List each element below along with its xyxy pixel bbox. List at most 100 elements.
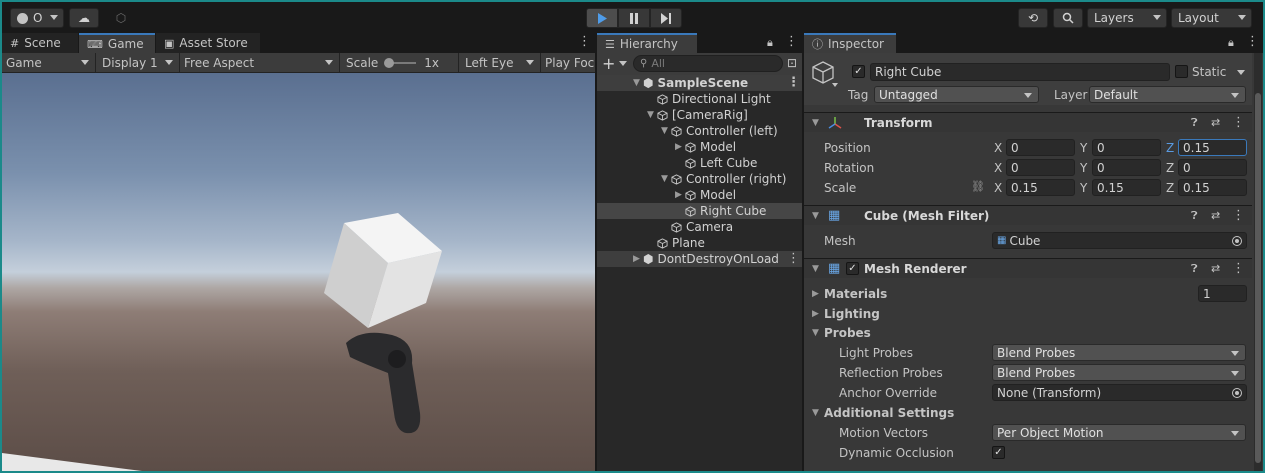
hierarchy-item-dontdestroyonload[interactable]: ▶ ⬢ DontDestroyOnLoad ⋮ (597, 251, 802, 267)
play-button[interactable] (586, 8, 618, 28)
constrain-proportions-icon[interactable]: ⛓ (971, 180, 985, 193)
help-icon[interactable]: ❓︎ (1191, 116, 1198, 130)
create-button[interactable]: + (602, 54, 615, 73)
account-dropdown[interactable]: O (10, 8, 64, 28)
tab-asset-store[interactable]: ▣ Asset Store (156, 33, 260, 53)
game-viewport[interactable] (2, 73, 595, 471)
dynamic-occlusion-checkbox[interactable]: ✓ (992, 446, 1005, 459)
search-filter-icon[interactable]: ⊡ (787, 56, 797, 70)
layout-dropdown[interactable]: Layout (1171, 8, 1252, 28)
mesh-renderer-enabled-checkbox[interactable]: ✓ (846, 262, 859, 275)
eye-dropdown[interactable]: Left Eye (461, 53, 539, 72)
presets-icon[interactable]: ⇄ (1211, 116, 1220, 129)
presets-icon[interactable]: ⇄ (1211, 209, 1220, 222)
history-button[interactable]: ⟲ (1018, 8, 1048, 28)
hierarchy-item-camerarig[interactable]: ▼ [CameraRig] (597, 107, 802, 123)
display-mode-dropdown[interactable]: Game (2, 53, 94, 72)
expanded-arrow-icon[interactable]: ▼ (812, 328, 819, 338)
active-checkbox[interactable]: ✓ (852, 65, 865, 78)
collab-button[interactable]: ⬡ (106, 8, 136, 28)
chevron-down-icon[interactable] (1237, 70, 1245, 75)
scale-slider[interactable] (384, 57, 417, 68)
hierarchy-item-samplescene[interactable]: ▼ ⬢ SampleScene ⋮ (597, 75, 802, 91)
play-focused-toggle[interactable]: Play Foc (541, 53, 595, 72)
scale-y-field[interactable]: 0.15 (1092, 179, 1161, 196)
search-button[interactable] (1053, 8, 1083, 28)
expanded-arrow-icon[interactable]: ▼ (812, 211, 819, 221)
transform-component-header[interactable]: ▼ Transform ❓︎ ⇄ ⋮ (804, 112, 1252, 132)
panel-menu-icon[interactable]: ⋮ (578, 35, 591, 48)
object-name-input[interactable]: Right Cube (870, 63, 1170, 81)
mesh-renderer-component-header[interactable]: ▼ ▦ ✓ Mesh Renderer ❓︎ ⇄ ⋮ (804, 258, 1252, 278)
hierarchy-search-input[interactable]: ⚲ All (633, 55, 783, 72)
help-icon[interactable]: ❓︎ (1191, 262, 1198, 276)
hierarchy-item-plane[interactable]: Plane (597, 235, 802, 251)
rotation-x-field[interactable]: 0 (1006, 159, 1075, 176)
inspector-scrollbar[interactable] (1254, 53, 1262, 471)
panel-menu-icon[interactable]: ⋮ (1246, 35, 1259, 48)
expanded-arrow-icon[interactable]: ▼ (647, 110, 655, 120)
cloud-button[interactable]: ☁ (69, 8, 99, 28)
scrollbar-thumb[interactable] (1255, 93, 1261, 463)
item-menu-icon[interactable]: ⋮ (787, 252, 800, 265)
hierarchy-item-left-cube[interactable]: Left Cube (597, 155, 802, 171)
lock-icon[interactable]: 🔒︎ (1228, 36, 1234, 50)
hierarchy-item-right-cube[interactable]: Right Cube (597, 203, 802, 219)
panel-menu-icon[interactable]: ⋮ (785, 35, 798, 48)
component-menu-icon[interactable]: ⋮ (1232, 262, 1245, 275)
scale-x-field[interactable]: 0.15 (1006, 179, 1075, 196)
expanded-arrow-icon[interactable]: ▼ (812, 264, 819, 274)
position-z-field[interactable]: 0.15 (1178, 139, 1247, 156)
tab-scene[interactable]: # Scene (2, 33, 78, 53)
rotation-z-field[interactable]: 0 (1178, 159, 1247, 176)
hierarchy-item-controller-right[interactable]: ▼ Controller (right) (597, 171, 802, 187)
scale-z-field[interactable]: 0.15 (1178, 179, 1247, 196)
position-x-field[interactable]: 0 (1006, 139, 1075, 156)
step-button[interactable] (650, 8, 682, 28)
additional-settings-foldout[interactable]: Additional Settings (824, 406, 954, 420)
expanded-arrow-icon[interactable]: ▼ (812, 118, 819, 128)
tag-dropdown[interactable]: Untagged (874, 86, 1039, 103)
hierarchy-item-camera[interactable]: Camera (597, 219, 802, 235)
reflection-probes-dropdown[interactable]: Blend Probes (992, 364, 1246, 381)
object-picker-icon[interactable] (1232, 388, 1242, 398)
expanded-arrow-icon[interactable]: ▼ (812, 408, 819, 418)
expanded-arrow-icon[interactable]: ▼ (661, 126, 669, 136)
lighting-foldout[interactable]: Lighting (824, 307, 880, 321)
probes-foldout[interactable]: Probes (824, 326, 871, 340)
presets-icon[interactable]: ⇄ (1211, 262, 1220, 275)
rotation-y-field[interactable]: 0 (1092, 159, 1161, 176)
light-probes-dropdown[interactable]: Blend Probes (992, 344, 1246, 361)
expanded-arrow-icon[interactable]: ▼ (633, 78, 641, 88)
collapsed-arrow-icon[interactable]: ▶ (633, 254, 641, 264)
static-checkbox[interactable] (1175, 65, 1188, 78)
display-dropdown[interactable]: Display 1 (98, 53, 178, 72)
help-icon[interactable]: ❓︎ (1191, 209, 1198, 223)
collapsed-arrow-icon[interactable]: ▶ (812, 309, 819, 319)
aspect-dropdown[interactable]: Free Aspect (180, 53, 338, 72)
layer-dropdown[interactable]: Default (1089, 86, 1246, 103)
tab-game[interactable]: ⌨ Game (79, 33, 155, 53)
collapsed-arrow-icon[interactable]: ▶ (675, 142, 683, 152)
mesh-object-field[interactable]: ▦ Cube (992, 232, 1247, 249)
tab-inspector[interactable]: ⓘ Inspector (804, 33, 896, 53)
hierarchy-item-model-right[interactable]: ▶ Model (597, 187, 802, 203)
lock-icon[interactable]: 🔒︎ (767, 36, 773, 50)
motion-vectors-dropdown[interactable]: Per Object Motion (992, 424, 1246, 441)
tab-hierarchy[interactable]: ☰ Hierarchy (597, 33, 697, 53)
hierarchy-item-controller-left[interactable]: ▼ Controller (left) (597, 123, 802, 139)
anchor-override-field[interactable]: None (Transform) (992, 384, 1247, 401)
hierarchy-item-directional-light[interactable]: Directional Light (597, 91, 802, 107)
materials-count-field[interactable]: 1 (1198, 285, 1247, 302)
item-menu-icon[interactable]: ⋮ (787, 76, 800, 89)
component-menu-icon[interactable]: ⋮ (1232, 116, 1245, 129)
pause-button[interactable] (618, 8, 650, 28)
expanded-arrow-icon[interactable]: ▼ (661, 174, 669, 184)
hierarchy-item-model-left[interactable]: ▶ Model (597, 139, 802, 155)
mesh-filter-component-header[interactable]: ▼ ▦ Cube (Mesh Filter) ❓︎ ⇄ ⋮ (804, 205, 1252, 225)
collapsed-arrow-icon[interactable]: ▶ (812, 289, 819, 299)
collapsed-arrow-icon[interactable]: ▶ (675, 190, 683, 200)
materials-foldout[interactable]: Materials (824, 287, 887, 301)
position-y-field[interactable]: 0 (1092, 139, 1161, 156)
chevron-down-icon[interactable] (832, 83, 838, 87)
